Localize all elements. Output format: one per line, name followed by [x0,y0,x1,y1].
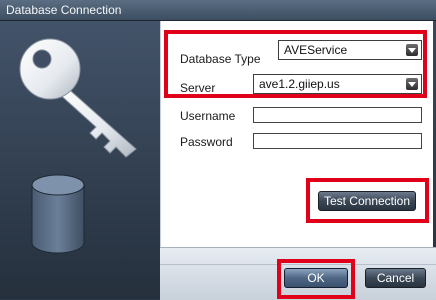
database-type-select[interactable]: AVEService [278,40,422,60]
main-panel: Database Type AVEService Server ave1.2.g… [160,21,433,247]
server-select[interactable]: ave1.2.giiep.us [253,74,422,94]
username-label: Username [180,109,236,123]
chevron-down-icon[interactable] [406,44,418,56]
password-label: Password [180,135,233,149]
chevron-down-icon[interactable] [406,78,418,90]
server-label: Server [180,81,216,95]
left-panel [0,21,160,299]
title-bar: Database Connection [0,0,436,21]
database-icon [31,174,85,254]
username-input[interactable] [253,107,422,123]
footer-divider [160,264,436,265]
ok-button[interactable]: OK [284,268,348,288]
cancel-button[interactable]: Cancel [365,268,426,288]
test-connection-button[interactable]: Test Connection [318,191,416,211]
database-type-label: Database Type [180,52,261,66]
database-type-value: AVEService [284,43,348,57]
key-icon [19,38,137,158]
window-title: Database Connection [6,3,122,17]
dialog-footer: OK Cancel [160,247,436,300]
password-input[interactable] [253,133,422,149]
server-value: ave1.2.giiep.us [259,77,340,91]
database-connection-dialog: Database Connection Database Type AVESer… [0,0,436,300]
